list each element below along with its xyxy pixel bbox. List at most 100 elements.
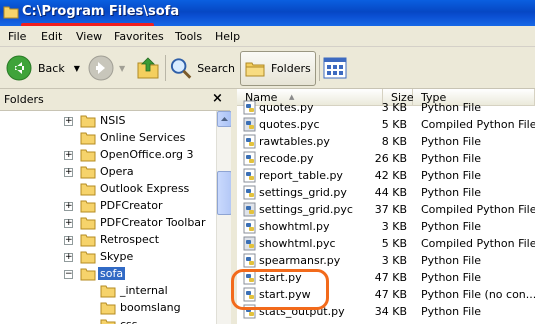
file-row[interactable]: rawtables.py 8 KB Python File bbox=[237, 133, 535, 150]
file-size: 3 KB bbox=[381, 101, 407, 114]
tree-item-label: Online Services bbox=[100, 131, 186, 144]
expand-icon[interactable]: + bbox=[64, 202, 73, 211]
file-row[interactable]: recode.py 26 KB Python File bbox=[237, 150, 535, 167]
tree-item-retrospect[interactable]: + Retrospect bbox=[0, 232, 216, 249]
file-type: Python File bbox=[421, 186, 482, 199]
file-row[interactable]: spearmansr.py 3 KB Python File bbox=[237, 252, 535, 269]
tree-item-label: NSIS bbox=[100, 114, 126, 127]
file-row[interactable]: quotes.py 3 KB Python File bbox=[237, 99, 535, 116]
scroll-up-arrow[interactable] bbox=[217, 111, 232, 127]
menu-edit[interactable]: Edit bbox=[41, 30, 62, 43]
file-size: 3 KB bbox=[381, 254, 407, 267]
open-folder-icon bbox=[80, 268, 96, 281]
back-dropdown-icon[interactable]: ▼ bbox=[74, 64, 80, 73]
tree-item-nsis[interactable]: + NSIS bbox=[0, 113, 216, 130]
expand-icon[interactable]: + bbox=[64, 168, 73, 177]
python-file-icon bbox=[243, 219, 256, 234]
tree-scrollbar[interactable] bbox=[216, 111, 232, 324]
file-name: rawtables.py bbox=[259, 135, 330, 148]
folder-tree: + NSIS Online Services + OpenOffice.org 3 + Op… bbox=[0, 111, 216, 324]
folder-icon bbox=[100, 285, 116, 298]
file-size: 42 KB bbox=[374, 169, 407, 182]
folders-label: Folders bbox=[271, 62, 311, 75]
collapse-icon[interactable]: − bbox=[64, 270, 73, 279]
tree-item-opera[interactable]: + Opera bbox=[0, 164, 216, 181]
file-size: 5 KB bbox=[381, 118, 407, 131]
file-type: Compiled Python File bbox=[421, 203, 535, 216]
tree-item-outlook-express[interactable]: Outlook Express bbox=[0, 181, 216, 198]
tree-item-pdfcreator-toolbar[interactable]: + PDFCreator Toolbar bbox=[0, 215, 216, 232]
tree-item-online-services[interactable]: Online Services bbox=[0, 130, 216, 147]
folder-icon bbox=[80, 200, 96, 213]
folder-icon bbox=[80, 251, 96, 264]
compiled-python-file-icon bbox=[243, 117, 256, 132]
python-file-icon bbox=[243, 253, 256, 268]
file-type: Python File (no con... bbox=[421, 288, 535, 301]
python-file-icon bbox=[243, 185, 256, 200]
file-row[interactable]: showhtml.py 3 KB Python File bbox=[237, 218, 535, 235]
file-name: recode.py bbox=[259, 152, 314, 165]
file-name: spearmansr.py bbox=[259, 254, 341, 267]
menu-file[interactable]: File bbox=[8, 30, 26, 43]
file-type: Compiled Python File bbox=[421, 237, 535, 250]
toolbar: Back ▼ ▼ Search Folders bbox=[0, 47, 535, 89]
file-row[interactable]: report_table.py 42 KB Python File bbox=[237, 167, 535, 184]
views-button[interactable] bbox=[323, 52, 349, 84]
folders-pane-header: Folders × bbox=[0, 89, 230, 111]
back-button[interactable]: Back ▼ bbox=[6, 52, 86, 84]
menu-tools[interactable]: Tools bbox=[175, 30, 202, 43]
folders-pane-title: Folders bbox=[4, 93, 44, 106]
expand-icon[interactable]: + bbox=[64, 236, 73, 245]
title-bar[interactable]: C:\Program Files\sofa bbox=[0, 0, 535, 27]
file-size: 5 KB bbox=[381, 237, 407, 250]
file-size: 47 KB bbox=[374, 288, 407, 301]
folder-icon bbox=[80, 166, 96, 179]
file-size: 8 KB bbox=[381, 135, 407, 148]
file-type: Python File bbox=[421, 152, 482, 165]
scroll-thumb[interactable] bbox=[217, 171, 232, 215]
search-label: Search bbox=[197, 61, 235, 75]
file-row[interactable]: showhtml.pyc 5 KB Compiled Python File bbox=[237, 235, 535, 252]
folder-icon bbox=[80, 149, 96, 162]
expand-icon[interactable]: + bbox=[64, 253, 73, 262]
menu-view[interactable]: View bbox=[76, 30, 102, 43]
file-size: 47 KB bbox=[374, 271, 407, 284]
tree-item-skype[interactable]: + Skype bbox=[0, 249, 216, 266]
forward-arrow-icon bbox=[88, 55, 114, 81]
folder-icon bbox=[80, 217, 96, 230]
tree-item-label: css bbox=[118, 318, 140, 324]
file-row[interactable]: quotes.pyc 5 KB Compiled Python File bbox=[237, 116, 535, 133]
menu-favorites[interactable]: Favorites bbox=[114, 30, 164, 43]
window-title: C:\Program Files\sofa bbox=[22, 4, 180, 19]
file-row[interactable]: settings_grid.pyc 37 KB Compiled Python Fi… bbox=[237, 201, 535, 218]
file-type: Python File bbox=[421, 305, 482, 318]
file-type: Compiled Python File bbox=[421, 118, 535, 131]
tree-item-sofa[interactable]: − sofa bbox=[0, 266, 216, 283]
up-folder-button[interactable] bbox=[136, 52, 162, 84]
close-icon[interactable]: × bbox=[212, 91, 223, 106]
compiled-python-file-icon bbox=[243, 236, 256, 251]
expand-icon[interactable]: + bbox=[64, 151, 73, 160]
tree-item-pdfcreator[interactable]: + PDFCreator bbox=[0, 198, 216, 215]
tree-item-label: OpenOffice.org 3 bbox=[100, 148, 194, 161]
forward-dropdown-icon[interactable]: ▼ bbox=[119, 64, 125, 73]
tree-item-internal[interactable]: _internal bbox=[0, 283, 216, 300]
expand-icon[interactable]: + bbox=[64, 117, 73, 126]
file-type: Python File bbox=[421, 220, 482, 233]
tree-item-boomslang[interactable]: boomslang bbox=[0, 300, 216, 317]
folders-button[interactable]: Folders bbox=[240, 51, 316, 86]
search-button[interactable]: Search bbox=[169, 52, 235, 84]
tree-item-css[interactable]: css bbox=[0, 317, 216, 324]
menu-help[interactable]: Help bbox=[215, 30, 240, 43]
folder-icon bbox=[80, 132, 96, 145]
tree-item-openoffice-org-3[interactable]: + OpenOffice.org 3 bbox=[0, 147, 216, 164]
expand-icon[interactable]: + bbox=[64, 219, 73, 228]
folder-icon bbox=[80, 115, 96, 128]
file-name: showhtml.py bbox=[259, 220, 330, 233]
file-name: quotes.pyc bbox=[259, 118, 320, 131]
file-name: quotes.py bbox=[259, 101, 314, 114]
file-name: showhtml.pyc bbox=[259, 237, 336, 250]
forward-button[interactable]: ▼ bbox=[88, 52, 128, 84]
file-row[interactable]: settings_grid.py 44 KB Python File bbox=[237, 184, 535, 201]
python-file-icon bbox=[243, 151, 256, 166]
